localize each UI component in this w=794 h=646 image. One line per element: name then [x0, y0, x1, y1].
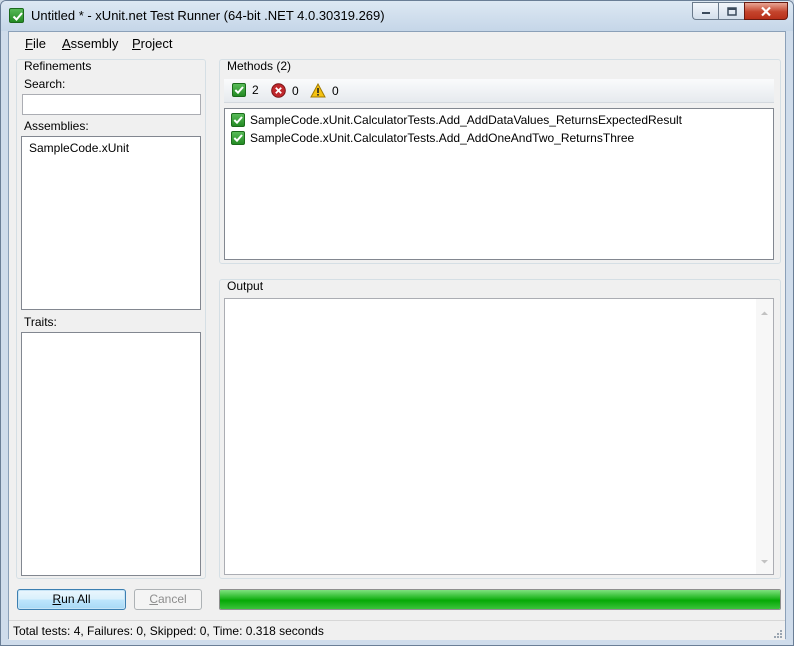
- search-input[interactable]: [22, 94, 201, 115]
- output-scrollbar[interactable]: [756, 299, 773, 574]
- app-check-icon: [9, 8, 24, 23]
- passed-icon: [231, 130, 245, 145]
- output-textbox[interactable]: [224, 298, 774, 575]
- traits-list[interactable]: [21, 332, 201, 576]
- status-text: Total tests: 4, Failures: 0, Skipped: 0,…: [13, 624, 324, 638]
- test-progress-bar: [219, 589, 781, 610]
- warning-triangle-icon: [310, 82, 326, 98]
- close-icon: [745, 3, 787, 19]
- list-item[interactable]: SampleCode.xUnit.CalculatorTests.Add_Add…: [231, 129, 634, 146]
- run-all-label: Run All: [52, 592, 91, 606]
- list-item[interactable]: SampleCode.xUnit: [29, 141, 129, 155]
- maximize-button[interactable]: [718, 2, 744, 20]
- output-title: Output: [227, 279, 264, 293]
- assemblies-list[interactable]: SampleCode.xUnit: [21, 136, 201, 310]
- menu-assembly[interactable]: Assembly: [62, 36, 118, 51]
- menu-bar: File Assembly Project: [9, 32, 785, 54]
- resize-grip-icon[interactable]: [773, 628, 783, 638]
- passed-icon: [232, 83, 246, 97]
- method-name: SampleCode.xUnit.CalculatorTests.Add_Add…: [250, 130, 635, 145]
- caption-buttons: [692, 2, 788, 21]
- assemblies-label: Assemblies:: [24, 119, 89, 133]
- refinements-title: Refinements: [24, 59, 92, 73]
- maximize-icon: [719, 3, 744, 19]
- skipped-count: 0: [332, 83, 339, 98]
- progress-fill: [220, 590, 780, 609]
- list-item[interactable]: SampleCode.xUnit.CalculatorTests.Add_Add…: [231, 111, 682, 128]
- app-window: Untitled * - xUnit.net Test Runner (64-b…: [0, 0, 794, 646]
- skipped-filter[interactable]: 0: [310, 82, 339, 98]
- scroll-down-icon[interactable]: [760, 554, 769, 568]
- traits-label: Traits:: [24, 315, 57, 329]
- run-all-button[interactable]: Run All: [17, 589, 126, 610]
- passed-filter[interactable]: 2: [232, 83, 259, 97]
- failed-icon: [271, 83, 286, 98]
- menu-project[interactable]: Project: [132, 36, 172, 51]
- minimize-button[interactable]: [692, 2, 718, 20]
- window-title: Untitled * - xUnit.net Test Runner (64-b…: [31, 8, 385, 23]
- status-bar: Total tests: 4, Failures: 0, Skipped: 0,…: [9, 620, 785, 640]
- cancel-button[interactable]: Cancel: [134, 589, 202, 610]
- method-name: SampleCode.xUnit.CalculatorTests.Add_Add…: [250, 112, 683, 127]
- minimize-icon: [693, 3, 718, 19]
- scroll-up-icon[interactable]: [760, 305, 769, 319]
- search-label: Search:: [24, 77, 66, 91]
- failed-filter[interactable]: 0: [271, 83, 299, 98]
- methods-filter-bar: 2 0 0: [224, 79, 774, 103]
- client-area: File Assembly Project Refinements Search…: [8, 31, 786, 640]
- methods-title: Methods (2): [227, 59, 292, 73]
- title-bar[interactable]: Untitled * - xUnit.net Test Runner (64-b…: [1, 1, 793, 31]
- close-button[interactable]: [744, 2, 788, 20]
- menu-file[interactable]: File: [25, 36, 46, 51]
- passed-count: 2: [252, 83, 259, 97]
- passed-icon: [231, 112, 245, 127]
- methods-list[interactable]: SampleCode.xUnit.CalculatorTests.Add_Add…: [224, 108, 774, 260]
- failed-count: 0: [292, 83, 299, 98]
- cancel-label: Cancel: [149, 592, 187, 606]
